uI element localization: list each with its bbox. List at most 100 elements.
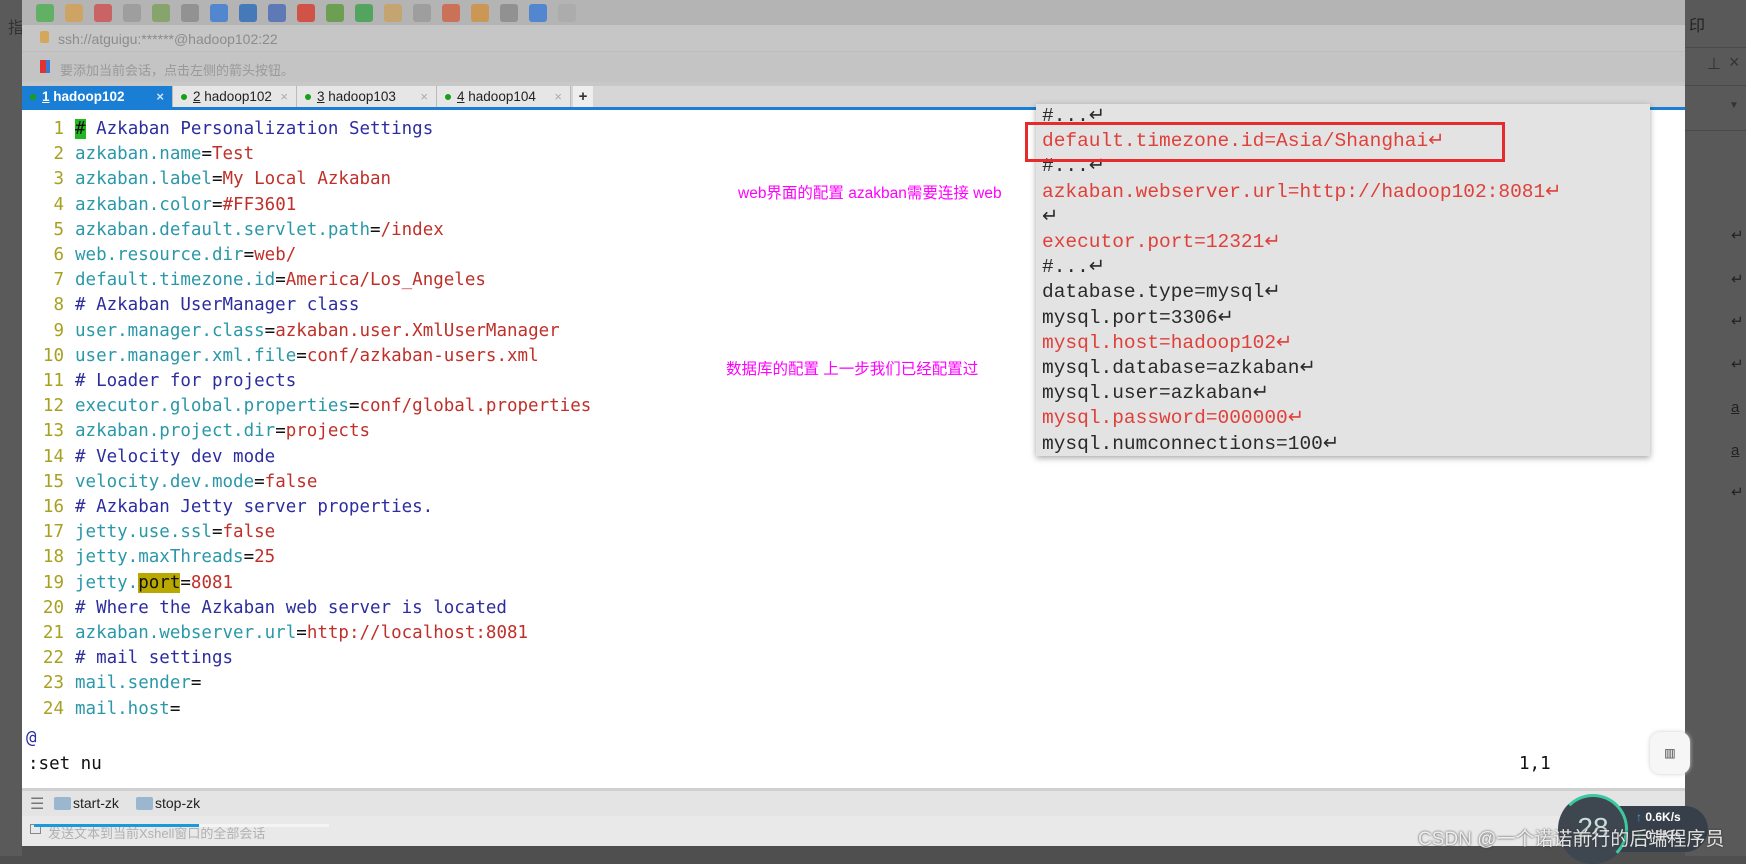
property-key: azkaban.name xyxy=(75,144,202,165)
transfer-icon[interactable] xyxy=(210,3,228,22)
property-value: azkaban.user.XmlUserManager xyxy=(275,320,560,341)
line-number: 6 xyxy=(53,245,64,265)
property-value: conf/global.properties xyxy=(359,396,592,417)
line-number: 18 xyxy=(42,547,64,568)
quick-command-stop-zk[interactable]: stop-zk xyxy=(136,795,200,811)
close-tab-icon[interactable]: × xyxy=(156,86,164,107)
line-number: 17 xyxy=(42,522,64,543)
help-icon[interactable] xyxy=(529,3,547,22)
equals-sign: = xyxy=(190,673,202,694)
layout-icon[interactable] xyxy=(500,3,518,22)
right-side-panel: 印 ⊥ × ▼ ↵ ↵ ↵ ↵ a a ↵ xyxy=(1685,0,1746,856)
code-line: 12 executor.global.properties=conf/global… xyxy=(22,394,591,419)
open-folder-icon[interactable] xyxy=(65,3,83,22)
divider xyxy=(1685,130,1746,131)
script-icon[interactable] xyxy=(471,3,489,22)
add-tab-button[interactable]: + xyxy=(573,86,593,107)
tab-label: hadoop102 xyxy=(204,89,272,104)
line-number: 9 xyxy=(53,320,64,341)
globe-icon[interactable] xyxy=(239,3,257,22)
line-number: 2 xyxy=(53,144,64,165)
return-icon[interactable]: ↵ xyxy=(1731,312,1744,330)
chat-icon[interactable] xyxy=(558,3,576,22)
fullscreen-icon[interactable] xyxy=(355,3,373,22)
line-number: 24 xyxy=(42,698,64,719)
highlight-icon[interactable] xyxy=(442,3,460,22)
equals-sign: = xyxy=(201,144,212,165)
return-icon[interactable]: ↵ xyxy=(1731,270,1744,288)
equals-sign: = xyxy=(370,219,381,240)
address-bar[interactable]: ssh://atguigu:******@hadoop102:22 xyxy=(22,25,1685,52)
disconnect-icon[interactable] xyxy=(123,3,141,22)
right-panel-header-text: 印 xyxy=(1689,18,1706,35)
code-line: 18 jetty.maxThreads=25 xyxy=(22,545,275,570)
snippet-line: #...↵ xyxy=(1042,256,1106,279)
snippet-line: ↵ xyxy=(1042,205,1059,228)
snippet-line: executor.port=12321↵ xyxy=(1042,231,1281,253)
annotation-db: 数据库的配置 上一步我们已经配置过 xyxy=(726,361,979,378)
equals-sign: = xyxy=(211,522,223,543)
quick-command-start-zk[interactable]: start-zk xyxy=(54,795,119,811)
close-tab-icon[interactable]: × xyxy=(554,86,562,107)
line-number: 1 xyxy=(53,119,64,139)
quick-command-label: stop-zk xyxy=(155,795,201,811)
pin-icon[interactable]: ⊥ xyxy=(1707,54,1721,74)
comment-text: # Loader for projects xyxy=(75,371,297,391)
arrow-up-icon: ↑ xyxy=(1636,810,1642,824)
close-tab-icon[interactable]: × xyxy=(280,86,288,107)
comment-text: Azkaban Personalization Settings xyxy=(85,119,434,139)
property-value: web/ xyxy=(254,245,297,265)
property-key: jetty.use.ssl xyxy=(75,522,212,543)
line-number: 23 xyxy=(42,673,64,694)
property-key: user.manager.xml.file xyxy=(75,345,297,366)
property-value: 25 xyxy=(254,547,276,568)
cursor-highlight: # xyxy=(75,119,86,139)
xftp-icon[interactable] xyxy=(297,3,315,22)
xmanager-icon[interactable] xyxy=(326,3,344,22)
bookmark-icon[interactable] xyxy=(40,60,50,73)
floating-tool-icon[interactable]: ▥ xyxy=(1650,732,1690,774)
return-icon[interactable]: ↵ xyxy=(1731,355,1744,373)
close-icon[interactable]: × xyxy=(1729,52,1740,73)
toolbar xyxy=(22,0,1685,25)
tab-hadoop103-3[interactable]: 3 hadoop103 × xyxy=(297,86,437,107)
code-line: 17 jetty.use.ssl=false xyxy=(22,520,275,545)
close-tab-icon[interactable]: × xyxy=(420,86,428,107)
code-line: 19 jetty.port=8081 xyxy=(22,571,233,596)
progress-track xyxy=(199,824,329,827)
text-format-icon[interactable]: a xyxy=(1731,442,1739,459)
snippet-line: mysql.password=000000↵ xyxy=(1042,407,1305,430)
chevron-down-icon[interactable]: ▼ xyxy=(1729,100,1739,111)
properties-icon[interactable] xyxy=(152,3,170,22)
tab-label: hadoop103 xyxy=(328,89,396,104)
tab-hadoop102-1[interactable]: 1 hadoop102 × xyxy=(22,86,173,107)
upload-speed: ↑ 0.6K/s xyxy=(1636,810,1681,824)
lock-icon[interactable] xyxy=(384,3,402,22)
return-icon[interactable]: ↵ xyxy=(1731,226,1744,244)
equals-sign: = xyxy=(296,345,307,366)
code-line: 23 mail.sender= xyxy=(22,671,202,696)
new-session-icon[interactable] xyxy=(36,3,54,22)
snippet-line: mysql.port=3306↵ xyxy=(1042,306,1234,329)
keyboard-icon[interactable] xyxy=(413,3,431,22)
connect-icon[interactable] xyxy=(94,3,112,22)
vi-tilde-marker: @ xyxy=(26,728,37,748)
property-key: azkaban.label xyxy=(75,169,212,190)
code-line: 4 azkaban.color=#FF3601 xyxy=(22,193,296,218)
property-key: executor.global.properties xyxy=(75,396,349,417)
equals-sign: = xyxy=(211,169,223,190)
line-number: 10 xyxy=(42,345,64,366)
session-hint-bar: 要添加当前会话，点击左侧的箭头按钮。 xyxy=(22,52,1685,82)
code-line: 13 azkaban.project.dir=projects xyxy=(22,419,370,444)
equals-sign: = xyxy=(348,396,360,417)
find-icon[interactable] xyxy=(181,3,199,22)
font-icon[interactable] xyxy=(268,3,286,22)
property-key: azkaban.webserver.url xyxy=(75,623,297,643)
tab-hadoop104-4[interactable]: 4 hadoop104 × xyxy=(437,86,571,107)
text-format-icon[interactable]: a xyxy=(1731,399,1739,416)
return-icon[interactable]: ↵ xyxy=(1731,483,1744,501)
menu-icon[interactable]: ☰ xyxy=(30,794,44,814)
property-value: projects xyxy=(285,421,371,442)
tab-hadoop102-2[interactable]: 2 hadoop102 × xyxy=(173,86,297,107)
progress-line xyxy=(34,824,199,827)
